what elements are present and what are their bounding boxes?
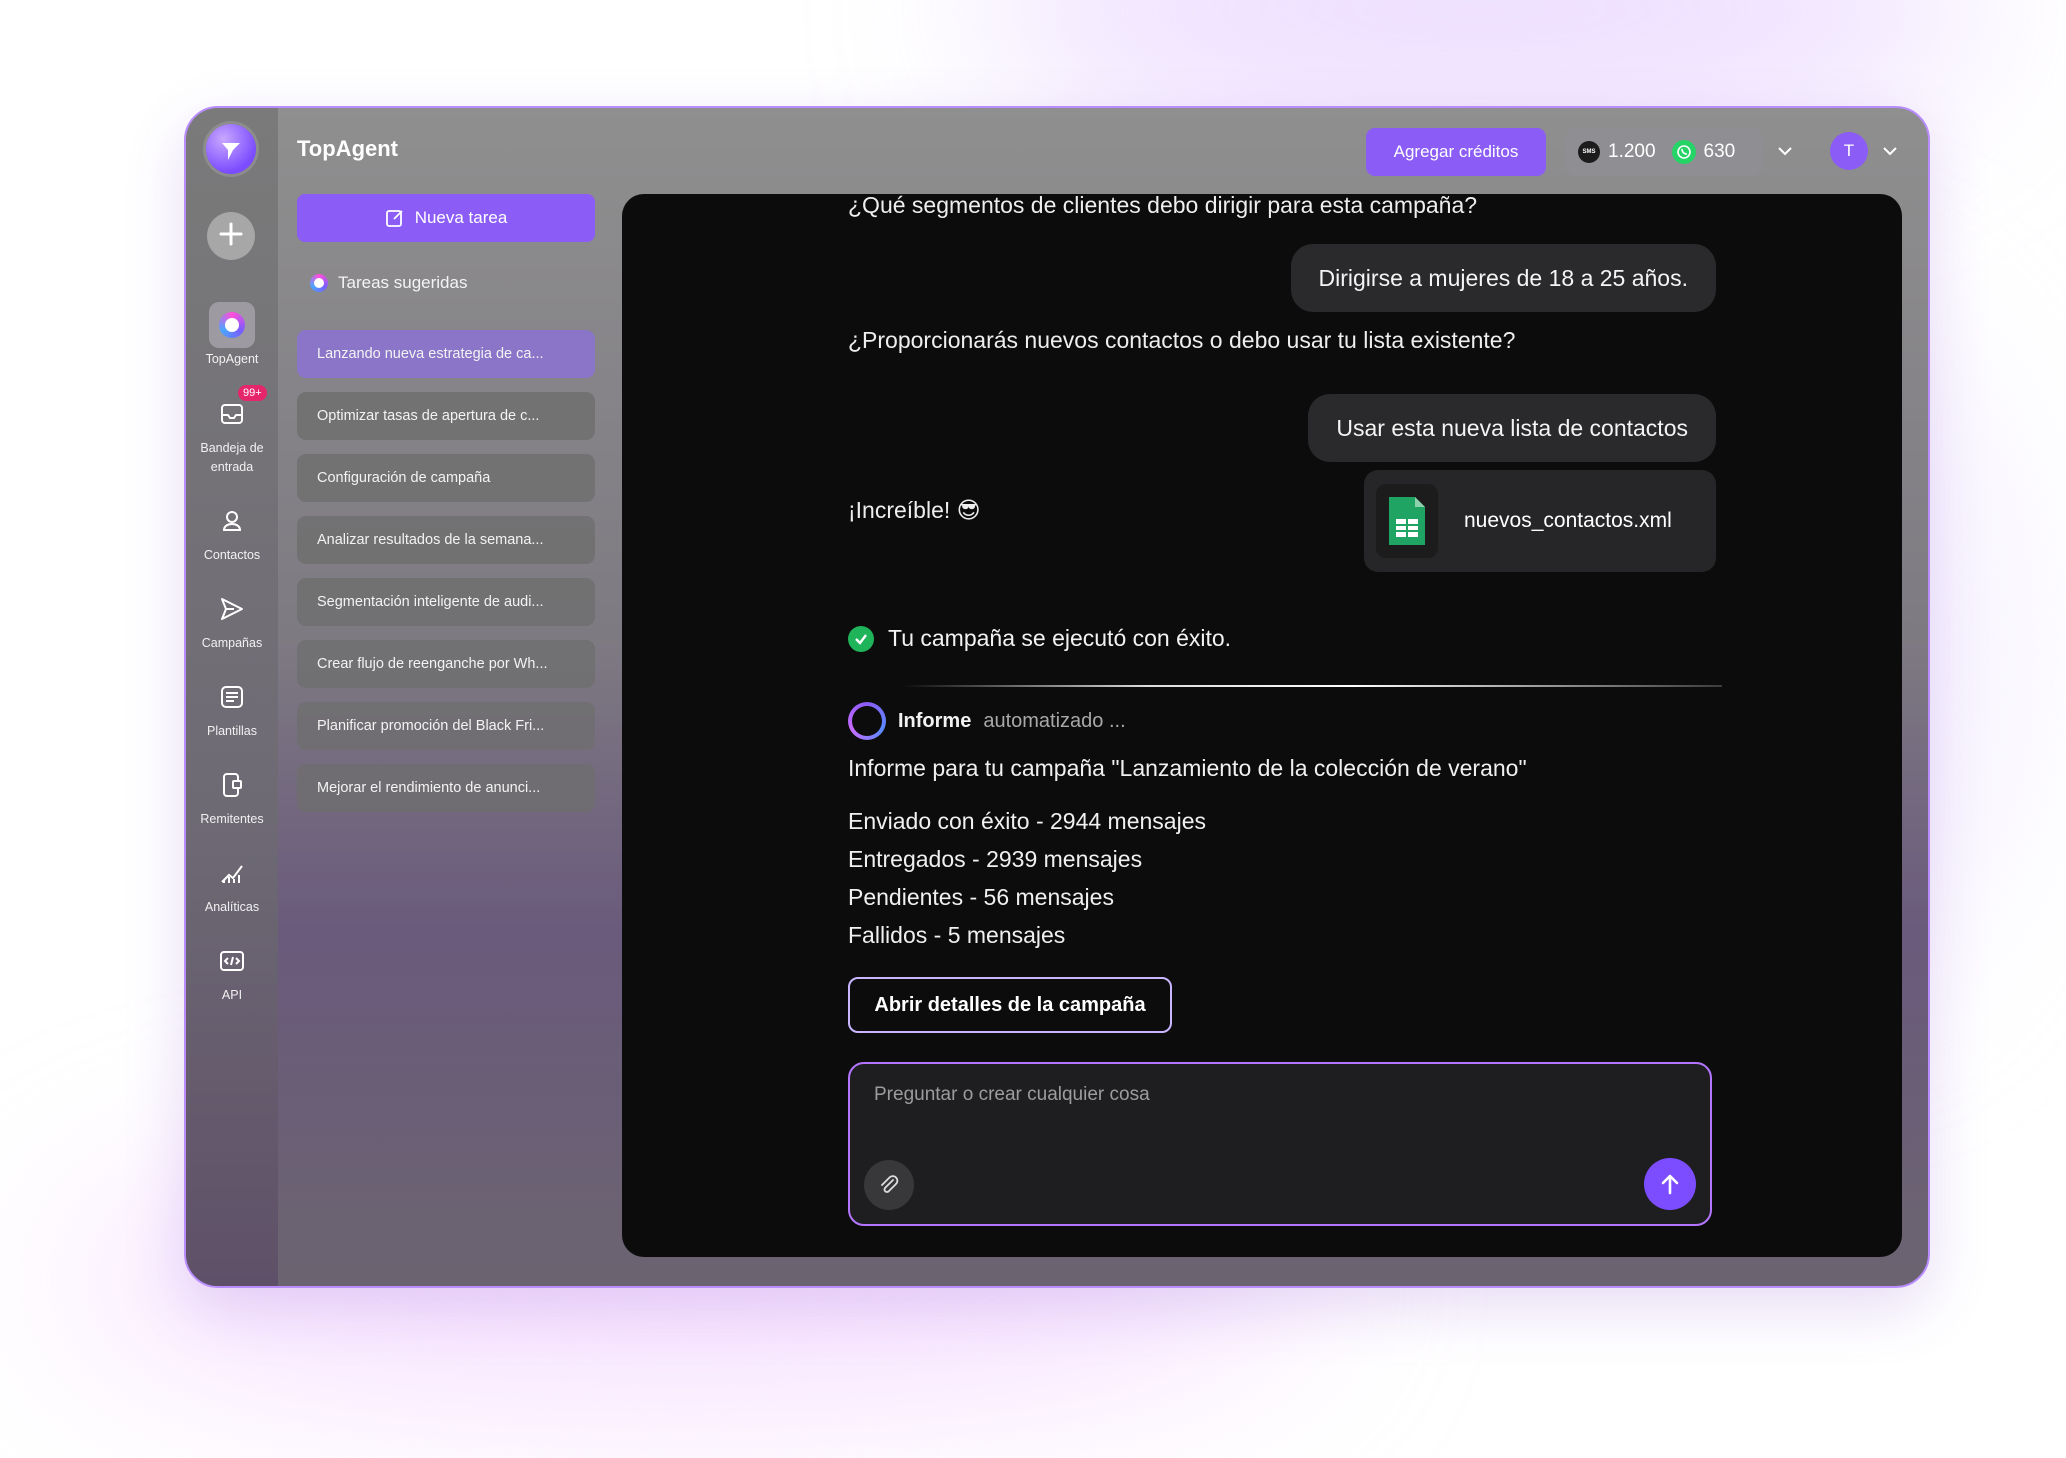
rail-item-campaigns[interactable]: Campañas bbox=[186, 586, 278, 653]
new-chat-button[interactable] bbox=[207, 212, 255, 260]
rail-label: Campañas bbox=[201, 636, 263, 650]
chevron-down-icon[interactable] bbox=[1776, 142, 1794, 165]
edit-icon bbox=[385, 210, 403, 227]
task-item[interactable]: Lanzando nueva estrategia de ca... bbox=[297, 330, 595, 378]
nav-rail: TopAgent 99+ Bandeja de entrada Contacto… bbox=[186, 108, 278, 1286]
whatsapp-balance: 630 bbox=[1703, 141, 1736, 162]
task-item[interactable]: Configuración de campaña bbox=[297, 454, 595, 502]
divider bbox=[902, 685, 1722, 687]
report-title: Informe para tu campaña "Lanzamiento de … bbox=[848, 755, 1527, 781]
task-item[interactable]: Segmentación inteligente de audi... bbox=[297, 578, 595, 626]
agent-message: ¿Proporcionarás nuevos contactos o debo … bbox=[848, 327, 1516, 353]
balance-selector[interactable]: SMS 1.200 630 bbox=[1566, 128, 1762, 176]
analytics-icon bbox=[209, 850, 255, 896]
suggested-header-label: Tareas sugeridas bbox=[338, 273, 468, 292]
report-status: automatizado ... bbox=[983, 709, 1126, 732]
rail-item-topagent[interactable]: TopAgent bbox=[186, 302, 278, 369]
agent-message: ¿Qué segmentos de clientes debo dirigir … bbox=[848, 194, 1478, 218]
paperclip-icon bbox=[881, 1175, 899, 1193]
task-item[interactable]: Planificar promoción del Black Fri... bbox=[297, 702, 595, 750]
arrow-up-icon bbox=[1661, 1174, 1679, 1195]
task-item[interactable]: Analizar resultados de la semana... bbox=[297, 516, 595, 564]
rail-item-contacts[interactable]: Contactos bbox=[186, 498, 278, 565]
task-list: Lanzando nueva estrategia de ca... Optim… bbox=[297, 330, 595, 826]
rail-item-api[interactable]: API bbox=[186, 938, 278, 1005]
new-task-button[interactable]: Nueva tarea bbox=[297, 194, 595, 242]
agent-message: ¡Increíble! 😎 bbox=[848, 497, 981, 523]
app-window: TopAgent 99+ Bandeja de entrada Contacto… bbox=[184, 106, 1930, 1288]
add-credits-button[interactable]: Agregar créditos bbox=[1366, 128, 1546, 176]
rail-label: API bbox=[221, 988, 243, 1002]
plus-icon bbox=[219, 222, 243, 246]
file-name: nuevos_contactos.xml bbox=[1464, 509, 1672, 532]
spreadsheet-icon bbox=[1376, 484, 1438, 558]
task-item[interactable]: Crear flujo de reenganche por Wh... bbox=[297, 640, 595, 688]
sms-icon: SMS bbox=[1578, 141, 1600, 163]
whatsapp-icon bbox=[1671, 140, 1696, 164]
chat-input-box bbox=[848, 1062, 1712, 1226]
chevron-down-icon[interactable] bbox=[1881, 142, 1899, 165]
suggested-header: Tareas sugeridas bbox=[310, 273, 467, 293]
sms-balance: 1.200 bbox=[1608, 141, 1656, 162]
rail-item-templates[interactable]: Plantillas bbox=[186, 674, 278, 741]
rail-item-inbox[interactable]: 99+ Bandeja de entrada bbox=[186, 385, 278, 477]
check-icon bbox=[848, 625, 874, 652]
send-icon bbox=[209, 586, 255, 632]
topagent-icon bbox=[310, 274, 328, 292]
stat-line: Enviado con éxito - 2944 mensajes bbox=[848, 808, 1206, 834]
stat-line: Pendientes - 56 mensajes bbox=[848, 884, 1114, 910]
template-icon bbox=[209, 674, 255, 720]
topagent-icon bbox=[209, 302, 255, 348]
loading-ring-icon bbox=[848, 702, 886, 740]
rail-label: TopAgent bbox=[205, 352, 259, 366]
send-button[interactable] bbox=[1644, 1158, 1696, 1210]
stat-line: Entregados - 2939 mensajes bbox=[848, 846, 1143, 872]
rail-label: Bandeja de entrada bbox=[200, 441, 264, 474]
inbox-badge: 99+ bbox=[238, 385, 267, 401]
attach-button[interactable] bbox=[864, 1160, 914, 1210]
task-item[interactable]: Mejorar el rendimiento de anunci... bbox=[297, 764, 595, 812]
rail-label: Remitentes bbox=[200, 812, 264, 826]
api-icon bbox=[209, 938, 255, 984]
rail-label: Analíticas bbox=[204, 900, 260, 914]
app-title: TopAgent bbox=[297, 136, 399, 161]
chat-panel: ¿Qué segmentos de clientes debo dirigir … bbox=[622, 194, 1902, 1257]
rail-item-analytics[interactable]: Analíticas bbox=[186, 850, 278, 917]
sender-icon bbox=[209, 762, 255, 808]
task-item[interactable]: Optimizar tasas de apertura de c... bbox=[297, 392, 595, 440]
stat-line: Fallidos - 5 mensajes bbox=[848, 922, 1066, 948]
success-text: Tu campaña se ejecutó con éxito. bbox=[888, 625, 1232, 651]
report-header: Informe automatizado ... bbox=[848, 702, 1126, 740]
report-label: Informe bbox=[898, 709, 972, 732]
open-campaign-details-button[interactable]: Abrir detalles de la campaña bbox=[848, 977, 1172, 1033]
user-message: Usar esta nueva lista de contactos bbox=[1308, 394, 1716, 462]
new-task-label: Nueva tarea bbox=[414, 208, 508, 227]
app-logo[interactable] bbox=[206, 124, 256, 174]
user-message: Dirigirse a mujeres de 18 a 25 años. bbox=[1290, 244, 1716, 312]
file-attachment[interactable]: nuevos_contactos.xml bbox=[1364, 470, 1716, 572]
success-message: Tu campaña se ejecutó con éxito. bbox=[848, 625, 1231, 652]
avatar[interactable]: T bbox=[1830, 132, 1868, 170]
rail-label: Plantillas bbox=[206, 724, 258, 738]
rail-item-senders[interactable]: Remitentes bbox=[186, 762, 278, 829]
rail-label: Contactos bbox=[203, 548, 261, 562]
chat-input[interactable] bbox=[874, 1084, 1674, 1144]
contact-icon bbox=[209, 498, 255, 544]
